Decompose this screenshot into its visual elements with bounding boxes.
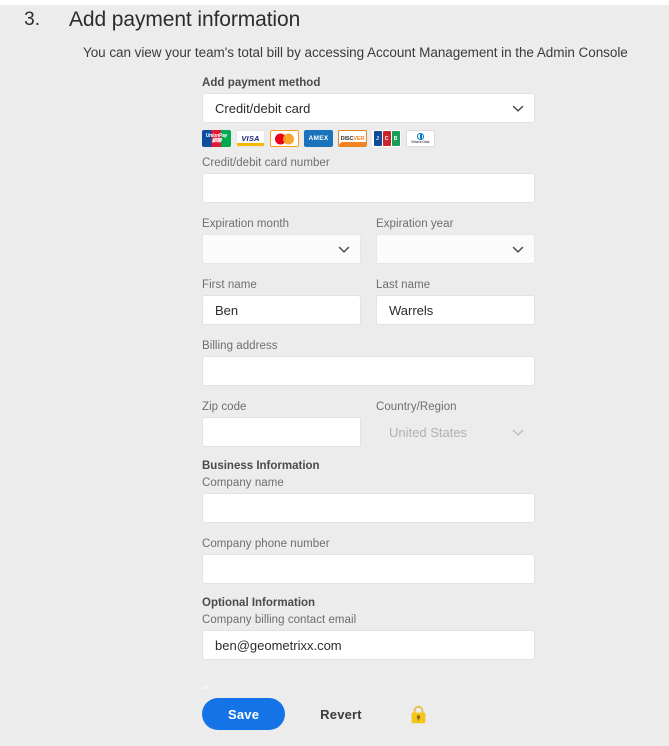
footer-divider-mark — [202, 686, 208, 689]
last-name-value: Warrels — [389, 302, 434, 318]
payment-method-label: Add payment method — [202, 77, 321, 89]
section-description: You can view your team's total bill by a… — [83, 45, 628, 60]
visa-logo: VISA — [236, 130, 265, 147]
zip-code-input[interactable] — [202, 417, 361, 447]
chevron-down-icon — [511, 426, 524, 439]
zip-code-label: Zip code — [202, 401, 247, 413]
billing-address-input[interactable] — [202, 356, 535, 386]
lock-icon — [410, 705, 427, 724]
optional-information-heading: Optional Information — [202, 597, 316, 609]
chevron-down-icon — [511, 243, 524, 256]
country-region-select: United States — [376, 417, 535, 447]
company-name-input[interactable] — [202, 493, 535, 523]
chevron-down-icon — [337, 243, 350, 256]
billing-contact-email-label: Company billing contact email — [202, 614, 357, 626]
diners-club-logo: Diners Club — [406, 130, 435, 147]
amex-logo: AMEX — [304, 130, 333, 147]
chevron-down-icon — [511, 102, 524, 115]
step-number: 3. — [24, 9, 40, 30]
expiration-row: Expiration month Expiration year — [202, 217, 535, 264]
payment-method-value: Credit/debit card — [215, 100, 311, 116]
first-name-input[interactable]: Ben — [202, 295, 361, 325]
section-header: 3. Add payment information — [0, 5, 669, 35]
last-name-label: Last name — [376, 279, 431, 291]
unionpay-logo: UnionPay 銀聯 — [202, 130, 231, 147]
expiration-year-label: Expiration year — [376, 218, 454, 230]
footer-button-row: Save Revert — [202, 698, 542, 730]
revert-button[interactable]: Revert — [314, 706, 368, 723]
mastercard-logo — [270, 130, 299, 147]
billing-address-label: Billing address — [202, 340, 278, 352]
payment-method-select[interactable]: Credit/debit card — [202, 93, 535, 123]
accepted-card-logos: UnionPay 銀聯 VISA AMEX DISCVER JCB Diners … — [202, 130, 535, 147]
discover-logo: DISCVER — [338, 130, 367, 147]
first-name-value: Ben — [215, 302, 239, 318]
card-number-label: Credit/debit card number — [202, 157, 330, 169]
form-footer: Save Revert — [202, 686, 542, 730]
card-number-input[interactable] — [202, 173, 535, 203]
business-information-heading: Business Information — [202, 460, 320, 472]
expiration-month-select[interactable] — [202, 234, 361, 264]
page-title: Add payment information — [69, 8, 301, 31]
payment-form: Add payment method Credit/debit card Uni… — [202, 76, 535, 660]
save-button[interactable]: Save — [202, 698, 286, 730]
first-name-label: First name — [202, 279, 257, 291]
billing-contact-email-value: ben@geometrixx.com — [215, 637, 342, 653]
jcb-logo: JCB — [372, 130, 401, 147]
country-region-label: Country/Region — [376, 401, 457, 413]
company-name-label: Company name — [202, 477, 284, 489]
billing-contact-email-input[interactable]: ben@geometrixx.com — [202, 630, 535, 660]
country-region-value: United States — [389, 424, 468, 440]
expiration-year-select[interactable] — [376, 234, 535, 264]
payment-information-page: 3. Add payment information You can view … — [0, 0, 669, 746]
name-row: First name Ben Last name Warrels — [202, 278, 535, 325]
last-name-input[interactable]: Warrels — [376, 295, 535, 325]
expiration-month-label: Expiration month — [202, 218, 290, 230]
company-phone-input[interactable] — [202, 554, 535, 584]
zip-country-row: Zip code Country/Region United States — [202, 400, 535, 447]
company-phone-label: Company phone number — [202, 538, 330, 550]
